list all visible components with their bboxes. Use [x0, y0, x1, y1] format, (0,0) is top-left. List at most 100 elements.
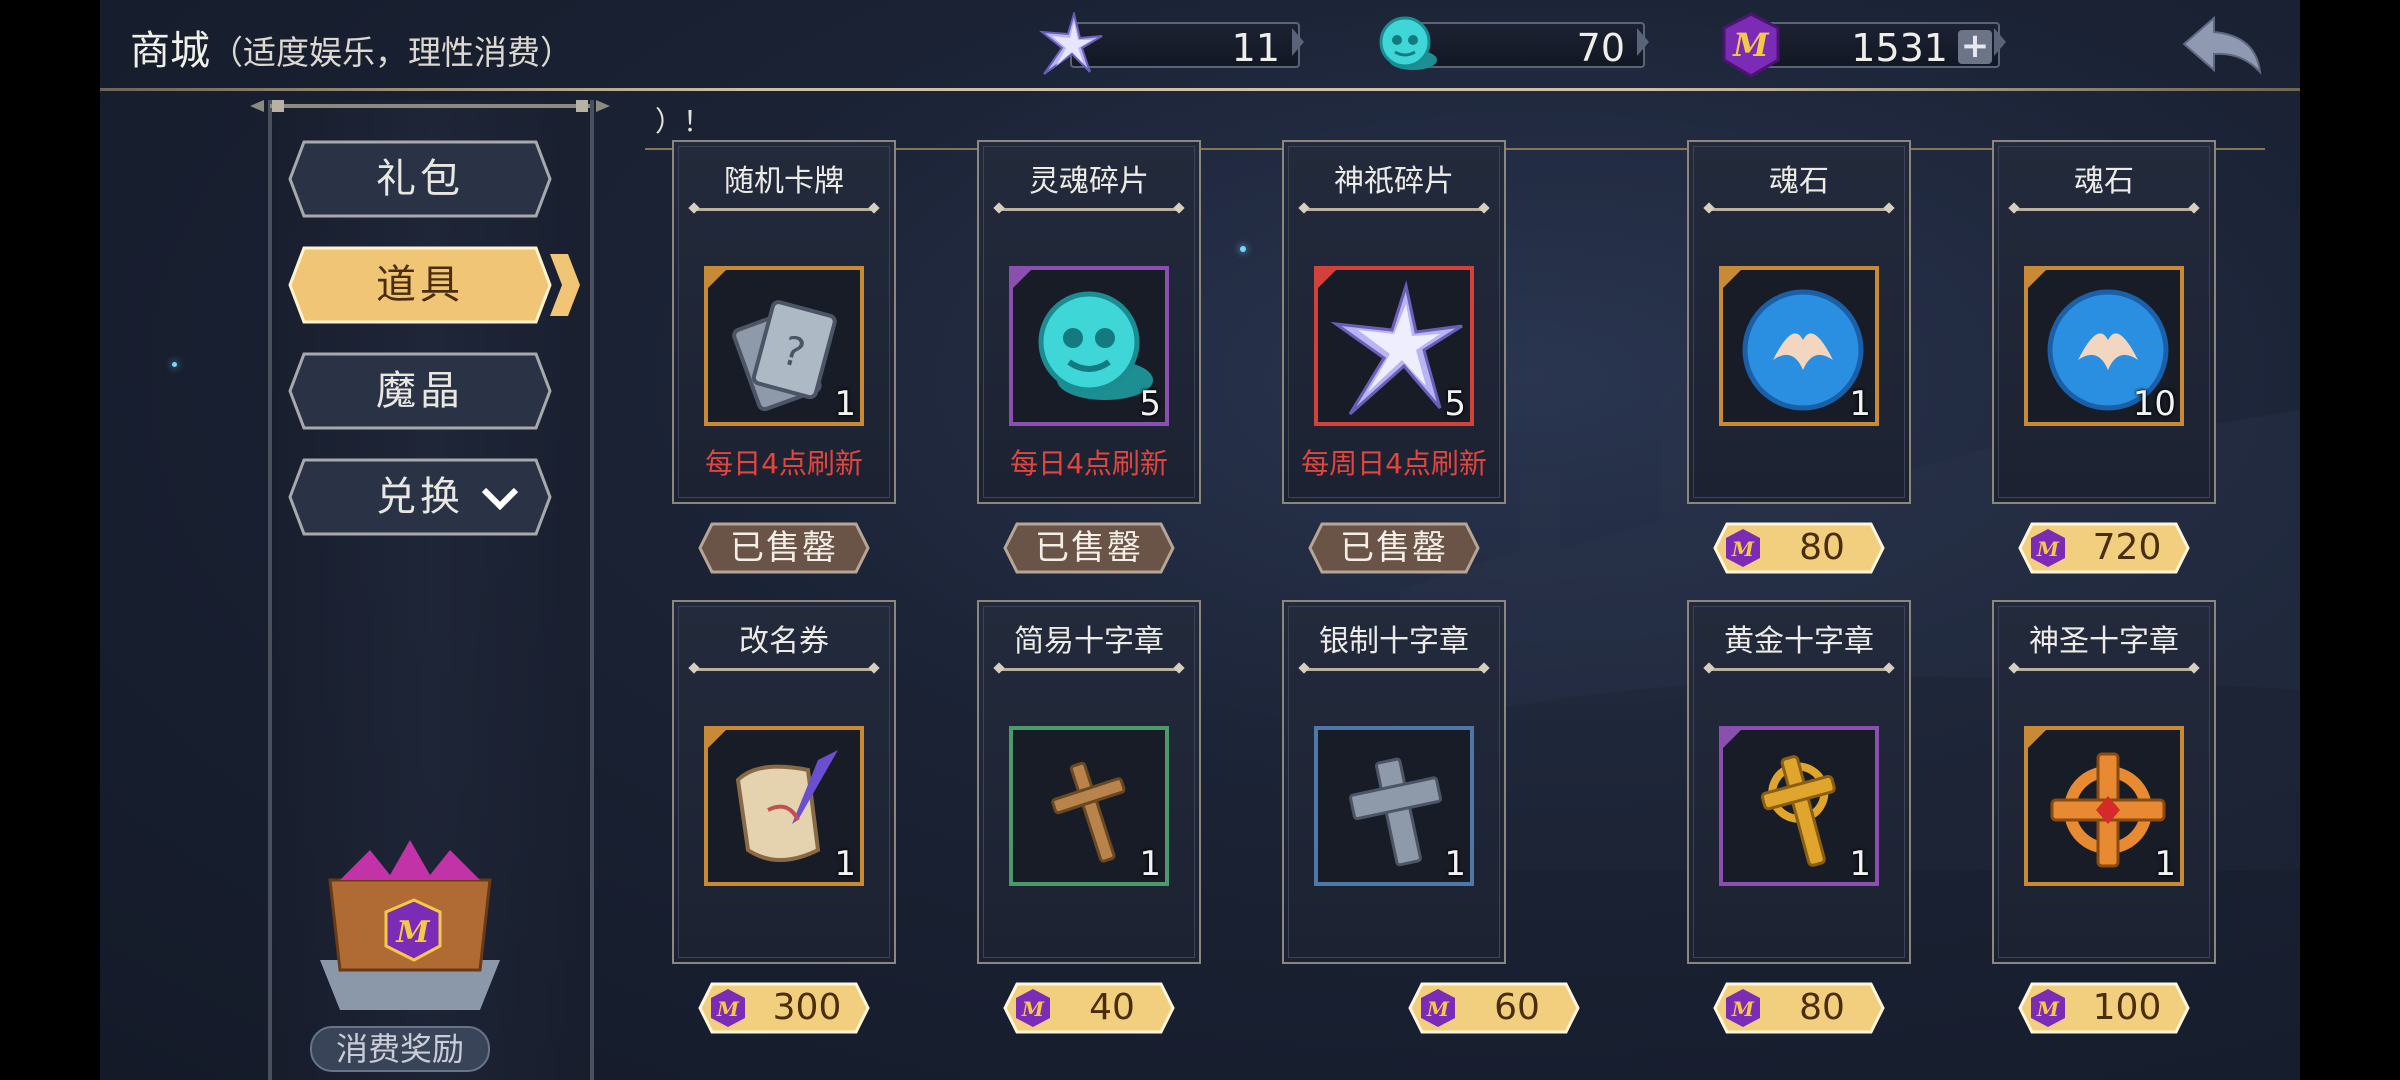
item-icon-slot: 1	[1719, 266, 1879, 426]
price-value: 80	[1799, 527, 1845, 568]
svg-text:M: M	[1426, 997, 1450, 1021]
resource-value: 1531	[1851, 26, 1948, 70]
item-name: 神圣十字章	[2029, 624, 2179, 659]
item-card[interactable]: 随机卡牌 ? 1 每日4点刷新	[672, 140, 896, 504]
spend-reward-button[interactable]: M 消费奖励	[290, 820, 570, 1080]
top-bar: 商城（适度娱乐，理性消费） 11 70 1531 + M	[100, 0, 2300, 91]
sparkle-icon	[172, 362, 177, 367]
item-quantity: 5	[1444, 384, 1466, 424]
item-quantity: 1	[1849, 384, 1871, 424]
shop-screen: 商城（适度娱乐，理性消费） 11 70 1531 + M 礼包 道具 魔晶 兑换…	[100, 0, 2300, 1080]
price-value: 300	[772, 987, 842, 1028]
price-value: 100	[2092, 987, 2162, 1028]
buy-button[interactable]: M 300	[698, 982, 870, 1034]
sold-out-badge: 已售罄	[1308, 522, 1480, 574]
item-card[interactable]: 魂石 1	[1687, 140, 1911, 504]
resource-value: 11	[1231, 26, 1280, 70]
refresh-note: 每日4点刷新	[705, 447, 863, 480]
price-value: 80	[1799, 987, 1845, 1028]
sold-out-badge: 已售罄	[1003, 522, 1175, 574]
resource-magic-crystals: 1531 + M	[1722, 12, 2006, 78]
svg-text:M: M	[1732, 26, 1770, 64]
buy-button[interactable]: M 100	[2018, 982, 2190, 1034]
page-title: 商城（适度娱乐，理性消费）	[130, 18, 573, 76]
title-text: 商城	[130, 28, 210, 74]
sold-out-badge: 已售罄	[698, 522, 870, 574]
buy-button[interactable]: M 60	[1408, 982, 1580, 1034]
item-card[interactable]: 简易十字章 1	[977, 600, 1201, 964]
item-card[interactable]: 神祇碎片 5 每周日4点刷新	[1282, 140, 1506, 504]
resource-star-shards: 11	[1038, 12, 1304, 75]
item-name: 随机卡牌	[724, 164, 844, 199]
item-quantity: 5	[1139, 384, 1161, 424]
item-card[interactable]: 神圣十字章 1	[1992, 600, 2216, 964]
resource-value: 70	[1576, 26, 1625, 70]
svg-text:M: M	[1021, 997, 1045, 1021]
svg-text:M: M	[1731, 997, 1755, 1021]
refresh-note: 每日4点刷新	[1010, 447, 1168, 480]
buy-button[interactable]: M 80	[1713, 982, 1885, 1034]
back-arrow-icon[interactable]	[2180, 14, 2266, 76]
item-quantity: 1	[1444, 844, 1466, 884]
spend-reward-label: 消费奖励	[310, 1026, 490, 1072]
item-name: 魂石	[1769, 164, 1829, 199]
tab-exchange[interactable]: 兑换	[288, 458, 552, 536]
item-icon-slot: 5	[1314, 266, 1474, 426]
item-name: 黄金十字章	[1724, 624, 1874, 659]
item-icon-slot: 5	[1009, 266, 1169, 426]
item-icon-slot: 1	[2024, 726, 2184, 886]
tab-gift-pack[interactable]: 礼包	[288, 140, 552, 218]
resource-soul-fragments: 70	[1379, 16, 1649, 70]
category-sidebar: 礼包 道具 魔晶 兑换 M 消费奖励	[250, 100, 610, 1080]
sold-out-label: 已售罄	[1035, 528, 1143, 568]
item-card[interactable]: 改名券 1	[672, 600, 896, 964]
item-quantity: 1	[1849, 844, 1871, 884]
item-icon-slot: 1	[1314, 726, 1474, 886]
magic-crystal-icon: M	[1726, 529, 1760, 567]
reward-chest-icon: M	[320, 840, 500, 1010]
sparkle-icon	[1240, 246, 1246, 252]
tab-label: 道具	[376, 262, 464, 308]
buy-button[interactable]: M 80	[1713, 522, 1885, 574]
top-divider	[100, 88, 2300, 91]
magic-crystal-icon: M	[1421, 989, 1455, 1027]
price-value: 40	[1089, 987, 1135, 1028]
magic-crystal-icon: M	[2031, 529, 2065, 567]
svg-text:M: M	[1731, 537, 1755, 561]
item-icon-slot: 1	[1009, 726, 1169, 886]
item-quantity: 1	[1139, 844, 1161, 884]
item-card[interactable]: 银制十字章 1	[1282, 600, 1506, 964]
buy-button[interactable]: M 720	[2018, 522, 2190, 574]
buy-button[interactable]: M 40	[1003, 982, 1175, 1034]
svg-text:M: M	[395, 915, 430, 950]
svg-text:M: M	[2036, 997, 2060, 1021]
tab-magic-crystals[interactable]: 魔晶	[288, 352, 552, 430]
price-value: 60	[1494, 987, 1540, 1028]
star-shard-icon	[1038, 12, 1103, 75]
magic-crystal-icon: M	[711, 989, 745, 1027]
item-name: 简易十字章	[1014, 624, 1164, 659]
add-crystals-button[interactable]: +	[1958, 29, 1992, 64]
magic-crystal-icon: M	[2031, 989, 2065, 1027]
sold-out-label: 已售罄	[1340, 528, 1448, 568]
item-quantity: 1	[834, 844, 856, 884]
item-card[interactable]: 黄金十字章 1	[1687, 600, 1911, 964]
item-quantity: 10	[2132, 384, 2176, 424]
magic-crystal-icon: M	[1016, 989, 1050, 1027]
magic-crystal-icon: M	[1722, 12, 1780, 78]
item-name: 银制十字章	[1319, 624, 1469, 659]
item-icon-slot: 10	[2024, 266, 2184, 426]
item-card[interactable]: 灵魂碎片 5 每日4点刷新	[977, 140, 1201, 504]
tab-label: 礼包	[376, 156, 464, 202]
chevron-down-icon	[481, 487, 519, 510]
svg-text:M: M	[2036, 537, 2060, 561]
item-quantity: 1	[2154, 844, 2176, 884]
title-subtitle: （适度娱乐，理性消费）	[210, 33, 573, 72]
price-value: 720	[2092, 527, 2162, 568]
item-card[interactable]: 魂石 10	[1992, 140, 2216, 504]
item-icon-slot: ? 1	[704, 266, 864, 426]
tab-label: 魔晶	[376, 368, 464, 414]
item-quantity: 1	[834, 384, 856, 424]
refresh-note: 每周日4点刷新	[1301, 447, 1487, 480]
tab-items[interactable]: 道具	[288, 246, 580, 324]
